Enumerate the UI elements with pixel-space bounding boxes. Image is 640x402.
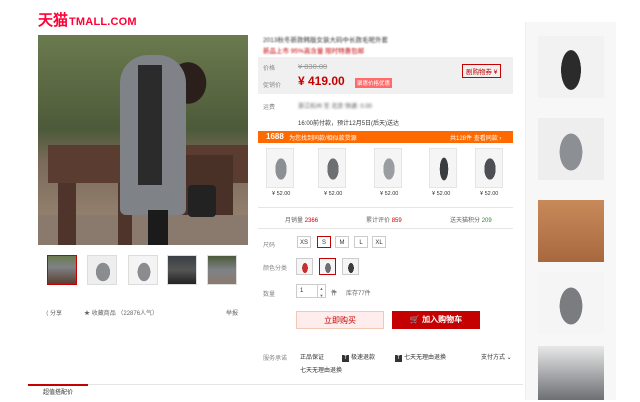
similar-item-5[interactable] bbox=[475, 148, 503, 188]
divider bbox=[258, 207, 513, 208]
product-title: 2013秋冬新款韩版女装大码中长款毛呢外套 bbox=[263, 37, 388, 44]
product-subtitle: 新品上市 95%高含量 限时特惠包邮 bbox=[263, 48, 365, 55]
similar-item-4[interactable] bbox=[429, 148, 457, 188]
divider bbox=[258, 228, 513, 229]
tab-combo-price[interactable]: 超值搭配价 bbox=[28, 384, 88, 402]
insurance-icon: T bbox=[395, 355, 402, 362]
size-option-xl[interactable]: XL bbox=[372, 236, 386, 248]
quantity-unit: 件 bbox=[331, 291, 338, 297]
refund-icon: T bbox=[342, 355, 349, 362]
thumbnail-2[interactable] bbox=[87, 255, 117, 285]
size-option-s[interactable]: S bbox=[317, 236, 331, 248]
thumbnail-5[interactable] bbox=[207, 255, 237, 285]
share-label: 分享 bbox=[50, 311, 63, 317]
cart-icon: 🛒 bbox=[409, 315, 420, 324]
bar-1688-text: 为您找到同款/相似款货源 bbox=[289, 136, 357, 142]
payment-methods-dropdown[interactable]: 支付方式 ⌄ bbox=[481, 352, 512, 361]
promo-price: ¥ 419.00 bbox=[298, 74, 345, 88]
service-fast-refund: T 极速退款 bbox=[342, 355, 376, 362]
buy-now-button[interactable]: 立即购买 bbox=[296, 311, 384, 329]
bar-1688[interactable]: 1688 为您找到同款/相似款货源 共128件 查看同款 › bbox=[258, 131, 513, 143]
brand-1688: 1688 bbox=[266, 132, 284, 141]
original-price: ¥ 830.00 bbox=[298, 62, 328, 71]
thumbnail-1[interactable] bbox=[47, 255, 77, 285]
size-option-l[interactable]: L bbox=[354, 236, 368, 248]
promo-price-label: 促销价 bbox=[263, 83, 282, 89]
share-icon: ⟨ bbox=[46, 311, 49, 317]
main-product-image[interactable] bbox=[38, 35, 248, 245]
thumbnail-4[interactable] bbox=[167, 255, 197, 285]
color-option-dark[interactable] bbox=[342, 258, 359, 275]
thumbnail-3[interactable] bbox=[128, 255, 158, 285]
similar-item-2[interactable] bbox=[318, 148, 346, 188]
quantity-input[interactable]: 1 bbox=[296, 284, 318, 298]
favorite-button[interactable]: ★ 收藏商品 （22876人气） bbox=[84, 308, 158, 317]
star-icon: ★ bbox=[84, 311, 91, 317]
tmall-points: 送天猫积分 209 bbox=[450, 218, 492, 224]
recommend-item-1[interactable] bbox=[538, 36, 604, 98]
color-option-grey[interactable] bbox=[319, 258, 336, 275]
logo-en: TMALL.COM bbox=[69, 16, 137, 28]
recommend-item-2[interactable] bbox=[538, 118, 604, 180]
service-seven-day: 七天无理由退换 bbox=[300, 368, 343, 374]
color-option-red[interactable] bbox=[296, 258, 313, 275]
bottom-tabs-divider bbox=[28, 384, 523, 385]
promo-tag: 聚惠价格优惠 bbox=[355, 78, 393, 88]
similar-item-1[interactable] bbox=[266, 148, 294, 188]
similar-item-3[interactable] bbox=[374, 148, 402, 188]
logo-cn: 天猫 bbox=[38, 12, 69, 29]
similar-price-4: ¥ 52.00 bbox=[432, 191, 451, 197]
shipping-value[interactable]: 浙江杭州 至 北京 快递: 0.00 bbox=[298, 101, 372, 110]
original-price-label: 价格 bbox=[263, 66, 276, 72]
add-to-cart-button[interactable]: 🛒 加入购物车 bbox=[392, 311, 480, 329]
add-to-cart-label: 加入购物车 bbox=[422, 315, 463, 324]
review-count[interactable]: 累计评价 859 bbox=[366, 215, 402, 224]
report-link[interactable]: 举报 bbox=[226, 308, 238, 317]
similar-price-2: ¥ 52.00 bbox=[324, 191, 343, 197]
service-return-insurance: T 七天无理由退换 bbox=[395, 355, 447, 362]
bar-1688-more: 查看同款 › bbox=[473, 136, 502, 142]
recommend-item-3[interactable] bbox=[538, 200, 604, 262]
shipping-label: 运费 bbox=[263, 105, 276, 111]
size-label: 尺码 bbox=[263, 243, 276, 249]
similar-price-5: ¥ 52.00 bbox=[480, 191, 499, 197]
similar-price-1: ¥ 52.00 bbox=[272, 191, 291, 197]
bar-1688-count: 共128件 bbox=[450, 136, 473, 142]
service-label: 服务承诺 bbox=[263, 356, 288, 362]
recommend-item-5[interactable] bbox=[538, 346, 604, 400]
coupon-button[interactable]: 剧购物券 ¥ bbox=[462, 64, 502, 78]
quantity-stepper[interactable]: ▲ ▼ bbox=[318, 284, 326, 298]
quantity-label: 数量 bbox=[263, 292, 276, 298]
recommend-item-4[interactable] bbox=[538, 272, 604, 334]
stock-count: 库存77件 bbox=[346, 291, 371, 297]
bar-1688-link[interactable]: 共128件 查看同款 › bbox=[450, 133, 501, 142]
tmall-logo[interactable]: 天猫TMALL.COM bbox=[38, 9, 137, 30]
popularity-count: （22876人气） bbox=[117, 311, 159, 317]
service-authentic: 正品保证 bbox=[300, 355, 325, 361]
share-button[interactable]: ⟨ 分享 bbox=[46, 308, 62, 317]
monthly-sales: 月销量 2366 bbox=[285, 218, 319, 224]
delivery-estimate: 16:00前付款，预计12月5日(后天)送达 bbox=[298, 121, 400, 127]
color-label: 颜色分类 bbox=[263, 266, 288, 272]
size-option-m[interactable]: M bbox=[335, 236, 349, 248]
favorite-label: 收藏商品 bbox=[91, 311, 116, 317]
size-option-xs[interactable]: XS bbox=[297, 236, 311, 248]
similar-price-3: ¥ 52.00 bbox=[380, 191, 399, 197]
